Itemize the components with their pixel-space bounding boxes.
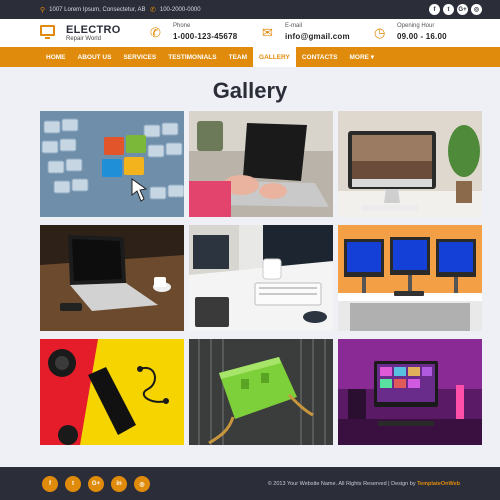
nav-item-more[interactable]: MORE ▾ (344, 47, 381, 67)
phone-icon: ✆ (150, 7, 156, 14)
laptop-wooden-desk-image[interactable] (40, 225, 184, 331)
neon-setup-image[interactable] (338, 339, 482, 445)
topbar-phone-text: 100-2000-0000 (159, 7, 201, 13)
copyright: © 2013 Your Website Name. All Rights Res… (268, 481, 460, 487)
laptop-typing-graphic (189, 111, 333, 217)
power-socket-image[interactable] (189, 339, 333, 445)
top-bar: ⚲ 1007 Lorem Ipsum, Consectetur, AB ✆ 10… (0, 0, 500, 19)
phone-value: 1-000-123-45678 (173, 32, 238, 41)
instagram-icon[interactable]: ◎ (134, 476, 150, 492)
nav-item-home[interactable]: HOME (40, 47, 72, 67)
map-pin-icon: ⚲ (40, 7, 46, 14)
imac-desk-graphic (338, 111, 482, 217)
clock-icon: ◷ (374, 25, 386, 40)
nav-item-team[interactable]: TEAM (223, 47, 253, 67)
triple-monitor-graphic (338, 225, 482, 331)
office-desk-graphic (189, 225, 333, 331)
nav-item-gallery[interactable]: GALLERY (253, 47, 296, 67)
nav-item-services[interactable]: SERVICES (117, 47, 162, 67)
email-label: E-mail (285, 23, 303, 29)
triple-monitor-image[interactable] (338, 225, 482, 331)
twitter-icon[interactable]: t (65, 476, 81, 492)
topbar-social-links: f t G+ ◎ (429, 4, 482, 15)
gallery-title: Gallery (212, 78, 288, 103)
laptop-typing-image[interactable] (189, 111, 333, 217)
site-footer: f t G+ in ◎ © 2013 Your Website Name. Al… (0, 467, 500, 500)
email-value[interactable]: info@gmail.com (285, 32, 350, 41)
office-desk-image[interactable] (189, 225, 333, 331)
instagram-icon[interactable]: ◎ (471, 4, 482, 15)
phone-earbuds-graphic (40, 339, 184, 445)
brand-name[interactable]: ELECTRO (66, 24, 121, 36)
address-info: ⚲ 1007 Lorem Ipsum, Consectetur, AB (40, 6, 146, 14)
neon-setup-graphic (338, 339, 482, 445)
phone-icon: ✆ (150, 25, 161, 40)
linkedin-icon[interactable]: in (111, 476, 127, 492)
designer-link[interactable]: TemplateOnWeb (417, 481, 460, 487)
nav-item-testimonials[interactable]: TESTIMONIALS (162, 47, 222, 67)
imac-desk-image[interactable] (338, 111, 482, 217)
address-text: 1007 Lorem Ipsum, Consectetur, AB (49, 7, 146, 13)
nav-item-contacts[interactable]: CONTACTS (296, 47, 344, 67)
windows-keyboard-graphic (40, 111, 184, 217)
facebook-icon[interactable]: f (429, 4, 440, 15)
topbar-phone-info: ✆ 100-2000-0000 (150, 6, 201, 14)
power-socket-graphic (189, 339, 333, 445)
footer-social-links: f t G+ in ◎ (42, 476, 150, 492)
brand-tagline: Repair World (66, 36, 101, 42)
phone-earbuds-image[interactable] (40, 339, 184, 445)
twitter-icon[interactable]: t (443, 4, 454, 15)
site-header: ELECTRO Repair World ✆ Phone 1-000-123-4… (0, 19, 500, 47)
hours-value: 09.00 - 16.00 (397, 32, 447, 41)
facebook-icon[interactable]: f (42, 476, 58, 492)
hours-label: Opening Hour (397, 23, 435, 29)
laptop-wooden-desk-graphic (40, 225, 184, 331)
envelope-icon: ✉ (262, 25, 273, 40)
nav-item-about-us[interactable]: ABOUT US (72, 47, 118, 67)
main-nav: HOME ABOUT US SERVICES TESTIMONIALS TEAM… (0, 47, 500, 67)
google-plus-icon[interactable]: G+ (457, 4, 468, 15)
windows-keyboard-image[interactable] (40, 111, 184, 217)
monitor-logo-icon (40, 25, 55, 39)
copyright-text: © 2013 Your Website Name. All Rights Res… (267, 481, 416, 487)
phone-label: Phone (173, 23, 191, 29)
google-plus-icon[interactable]: G+ (88, 476, 104, 492)
